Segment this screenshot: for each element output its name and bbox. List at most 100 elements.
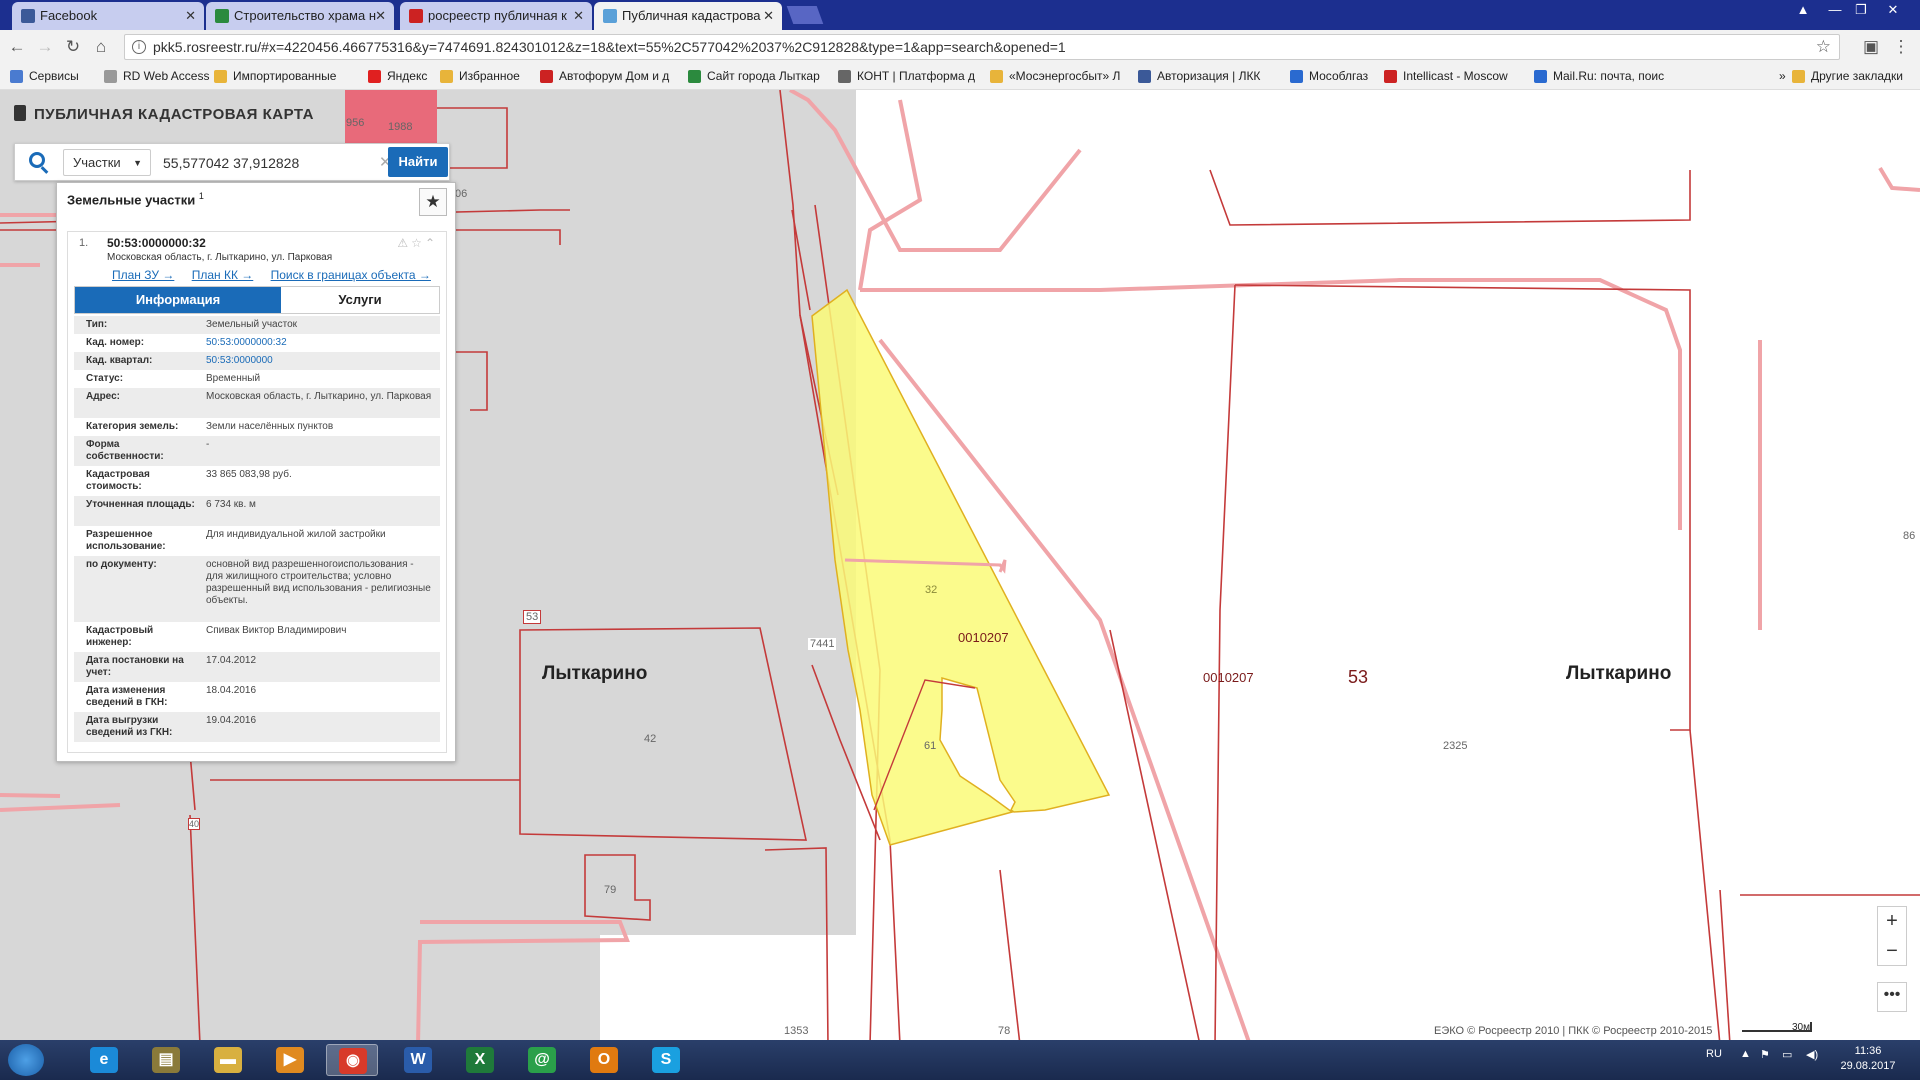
new-tab-button[interactable]: [786, 6, 824, 24]
zoom-out-button[interactable]: −: [1878, 937, 1906, 965]
item-action-icons[interactable]: ⚠☆⌃: [397, 236, 438, 250]
more-options-button[interactable]: •••: [1877, 982, 1907, 1012]
bookmark-icon: [838, 70, 851, 83]
taskbar-app[interactable]: O: [578, 1044, 630, 1076]
bookmark-item[interactable]: Автофорум Дом и д: [540, 69, 669, 83]
search-panel: Участки ▼ ✕ Найти: [14, 143, 450, 181]
bookmark-item[interactable]: Мособлгаз: [1290, 69, 1368, 83]
results-count: 1: [198, 191, 204, 201]
close-icon[interactable]: ✕: [763, 8, 774, 24]
properties-table: Тип: Земельный участок Кад. номер: 50:53:00…: [74, 316, 440, 742]
property-value: основной вид разрешенногоиспользования -…: [206, 559, 431, 606]
restore-button[interactable]: ❐: [1848, 2, 1874, 20]
start-button[interactable]: [8, 1044, 44, 1076]
bookmark-item[interactable]: RD Web Access: [104, 69, 209, 83]
tab-yandex-search[interactable]: росреестр публичная к ✕: [400, 2, 592, 30]
zoom-in-button[interactable]: +: [1878, 907, 1906, 935]
bookmark-item[interactable]: »: [1760, 69, 1786, 83]
taskbar-app[interactable]: S: [640, 1044, 692, 1076]
selected-parcel[interactable]: [811, 288, 1111, 846]
tab-construction[interactable]: Строительство храма н ✕: [206, 2, 394, 30]
bookmark-label: Яндекс: [387, 69, 428, 83]
bookmark-item[interactable]: Импортированные: [214, 69, 336, 83]
bookmark-star-icon[interactable]: ☆: [1816, 37, 1831, 57]
bookmark-item[interactable]: Избранное: [440, 69, 520, 83]
property-value: Земли населённых пунктов: [206, 421, 334, 432]
item-number: 1.: [79, 237, 89, 249]
facebook-icon: [21, 9, 35, 23]
bookmark-label: «Мосэнергосбыт» Л: [1009, 69, 1121, 83]
tab-services[interactable]: Услуги: [281, 287, 439, 313]
bookmark-icon: [368, 70, 381, 83]
property-key: Кад. номер:: [86, 337, 145, 348]
close-icon[interactable]: ✕: [185, 8, 196, 24]
taskbar-app[interactable]: ▤: [140, 1044, 192, 1076]
bookmark-item[interactable]: Яндекс: [368, 69, 427, 83]
search-in-bounds-link[interactable]: Поиск в границах объекта →: [271, 268, 431, 282]
search-input[interactable]: [155, 149, 395, 176]
bookmark-icon: [1760, 70, 1773, 83]
object-type-select[interactable]: Участки ▼: [63, 149, 151, 176]
bookmark-item[interactable]: Сервисы: [10, 69, 79, 83]
minimize-button[interactable]: —: [1822, 2, 1848, 20]
home-icon[interactable]: ⌂: [90, 36, 112, 58]
tab-cadastral-map[interactable]: Публичная кадастрова ✕: [594, 2, 782, 30]
bookmark-item[interactable]: Авторизация | ЛКК: [1138, 69, 1260, 83]
volume-icon[interactable]: ◀): [1806, 1048, 1818, 1061]
rosreestr-logo-icon: [14, 105, 26, 121]
object-type-value: Участки: [73, 155, 121, 170]
language-indicator[interactable]: RU: [1706, 1048, 1722, 1060]
bookmark-item[interactable]: КОНТ | Платформа д: [838, 69, 975, 83]
tab-facebook[interactable]: Facebook ✕: [12, 2, 204, 30]
favorite-star-button[interactable]: ★: [419, 188, 447, 216]
plan-kk-link[interactable]: План КК →: [192, 268, 254, 282]
district-number-label: 53: [1348, 667, 1369, 687]
bookmark-item[interactable]: Intellicast - Moscow: [1384, 69, 1508, 83]
taskbar-app[interactable]: W: [392, 1044, 444, 1076]
forward-icon[interactable]: →: [34, 36, 56, 58]
taskbar-app[interactable]: @: [516, 1044, 568, 1076]
bookmark-item[interactable]: Mail.Ru: почта, поис: [1534, 69, 1664, 83]
back-icon[interactable]: ←: [6, 36, 28, 58]
taskbar-app[interactable]: ▶: [264, 1044, 316, 1076]
bookmarks-bar: Сервисы RD Web Access Импортированные Яндек…: [0, 64, 1920, 90]
browser-toolbar: ← → ↻ ⌂ i pkk5.rosreestr.ru/#x=4220456.4…: [0, 30, 1920, 64]
find-button[interactable]: Найти: [388, 147, 448, 177]
app-icon: ◉: [339, 1048, 367, 1074]
map-number-label: 40: [188, 818, 201, 830]
close-icon[interactable]: ✕: [573, 8, 584, 24]
cadastral-number-title[interactable]: 50:53:0000000:32: [107, 236, 206, 250]
bookmark-item[interactable]: «Мосэнергосбыт» Л: [990, 69, 1120, 83]
taskbar-app[interactable]: X: [454, 1044, 506, 1076]
user-icon[interactable]: ▲: [1790, 2, 1816, 20]
menu-icon[interactable]: ⋮: [1890, 36, 1912, 58]
property-value[interactable]: 50:53:0000000:32: [206, 337, 432, 349]
clock[interactable]: 11:36 29.08.2017: [1836, 1044, 1900, 1074]
property-row: по документу: основной вид разрешенногоис…: [74, 556, 440, 622]
quarter-label: 0010207: [1203, 670, 1254, 685]
taskbar-app[interactable]: e: [78, 1044, 130, 1076]
parcel-number-label: 32: [925, 584, 938, 596]
bookmark-item[interactable]: Другие закладки: [1792, 69, 1903, 83]
tab-information[interactable]: Информация: [75, 287, 281, 313]
taskbar-app[interactable]: ▬: [202, 1044, 254, 1076]
bookmark-icon: [1138, 70, 1151, 83]
property-value: Земельный участок: [206, 319, 298, 330]
property-value[interactable]: 50:53:0000000: [206, 355, 432, 367]
search-icon[interactable]: [29, 152, 45, 168]
info-icon[interactable]: i: [132, 40, 146, 54]
close-window-button[interactable]: ✕: [1880, 2, 1906, 20]
extension-icon[interactable]: ▣: [1860, 36, 1882, 58]
tray-arrow-icon[interactable]: ▲: [1740, 1048, 1751, 1060]
bookmark-item[interactable]: Сайт города Лыткар: [688, 69, 820, 83]
taskbar-app[interactable]: ◉: [326, 1044, 378, 1076]
item-tabs: Информация Услуги: [74, 286, 440, 314]
plan-zu-link[interactable]: План ЗУ →: [112, 268, 174, 282]
close-icon[interactable]: ✕: [375, 8, 386, 24]
flag-icon[interactable]: ⚑: [1760, 1048, 1770, 1061]
address-bar[interactable]: i pkk5.rosreestr.ru/#x=4220456.466775316…: [124, 34, 1840, 60]
bookmark-label: Импортированные: [233, 69, 337, 83]
reload-icon[interactable]: ↻: [62, 36, 84, 58]
network-icon[interactable]: ▭: [1782, 1048, 1792, 1061]
map-number-label: 53: [523, 610, 542, 624]
